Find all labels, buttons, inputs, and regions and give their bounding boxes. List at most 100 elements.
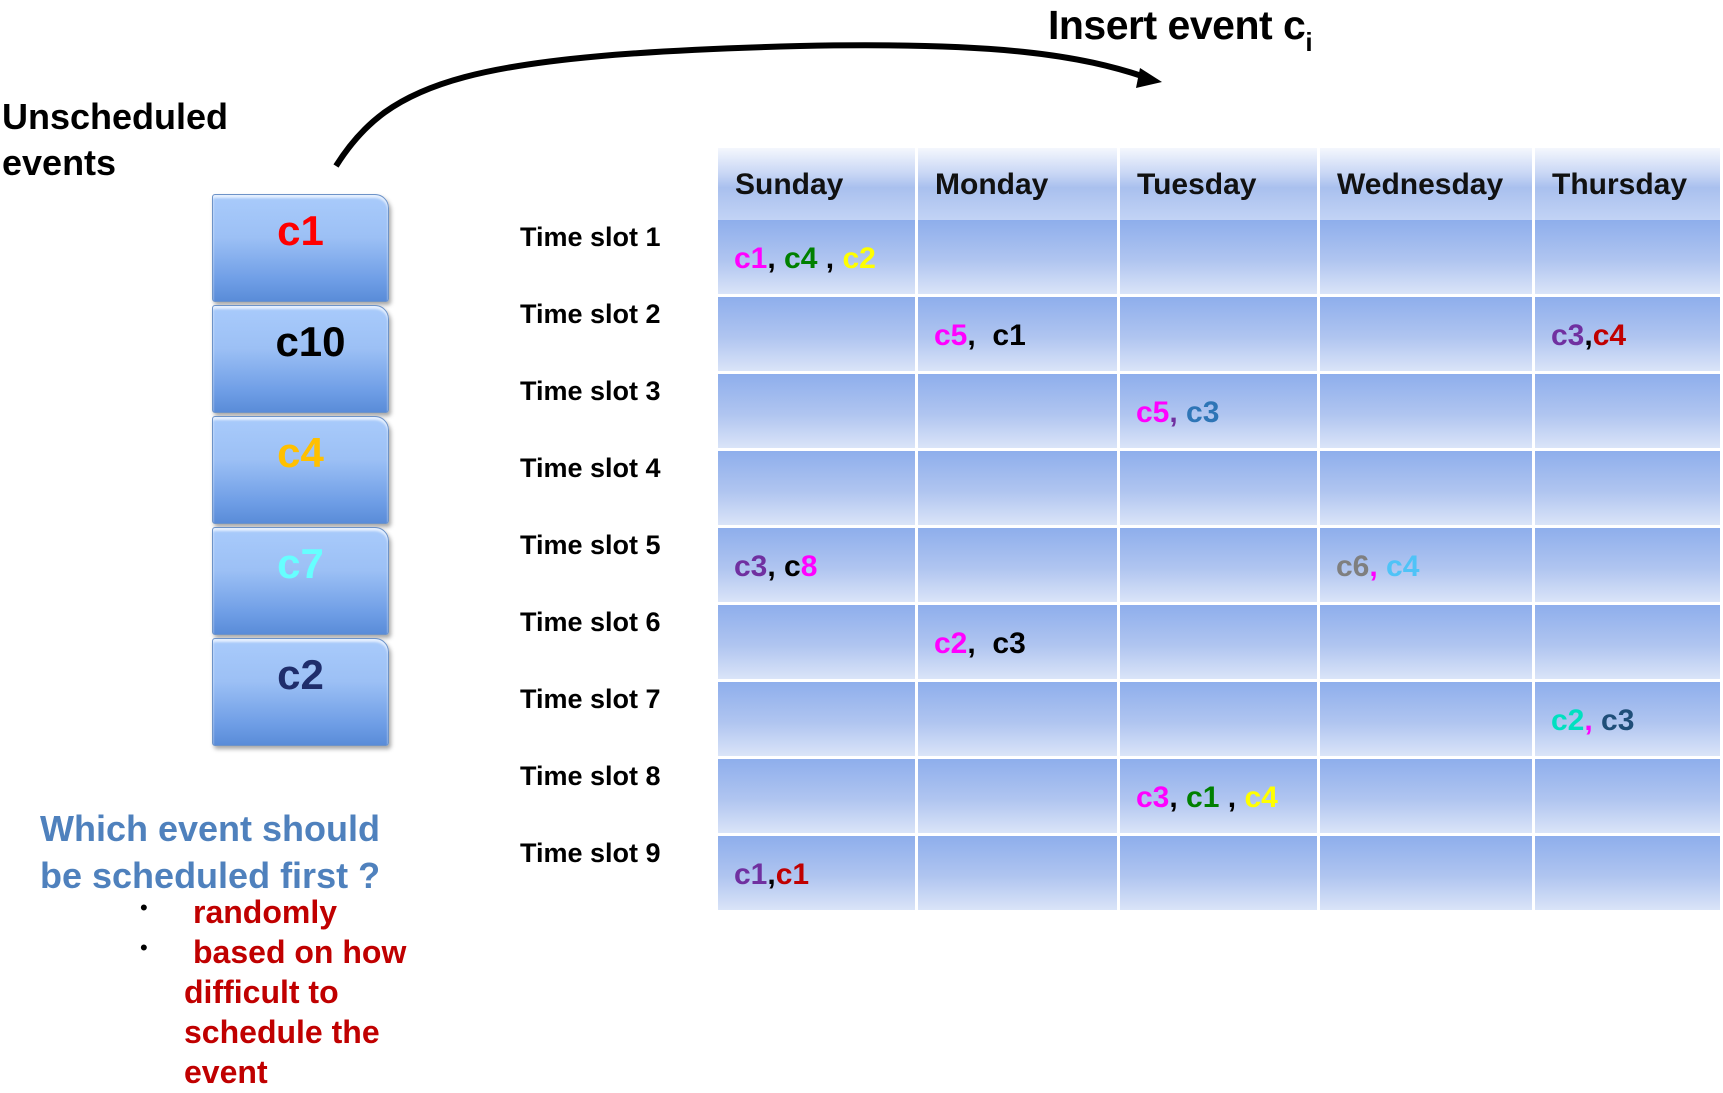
event-token: c4	[1592, 319, 1627, 352]
timetable-cell[interactable]	[1320, 759, 1535, 836]
timetable-cell[interactable]: c3, c1 , c4	[1120, 759, 1320, 836]
scheduled-events: c3, c1 , c4	[1136, 781, 1278, 815]
timetable-cell[interactable]	[1120, 605, 1320, 682]
timetable-cell[interactable]	[1320, 297, 1535, 374]
timetable-cell[interactable]: c1,c1	[718, 836, 918, 913]
timetable-cell[interactable]	[1535, 836, 1723, 913]
timetable-cell[interactable]: c2, c3	[918, 605, 1120, 682]
timetable-cell[interactable]	[1120, 682, 1320, 759]
timetable-cell[interactable]	[918, 759, 1120, 836]
timetable-cell[interactable]	[918, 374, 1120, 451]
day-header-sunday: Sunday	[718, 148, 918, 220]
timetable-cell[interactable]: c5, c1	[918, 297, 1120, 374]
timetable-cell[interactable]	[1120, 528, 1320, 605]
timetable-cell[interactable]	[1535, 528, 1723, 605]
event-token: , c1	[967, 319, 1026, 352]
scheduling-question: Which event should be scheduled first ?	[40, 805, 460, 899]
timetable-cell[interactable]	[1320, 682, 1535, 759]
timetable-cell[interactable]: c3,c4	[1535, 297, 1723, 374]
timetable-cell[interactable]	[1120, 220, 1320, 297]
option-difficulty-line-1: based on how	[193, 934, 407, 970]
timetable-cell[interactable]	[1535, 374, 1723, 451]
option-bullet-1: •	[140, 895, 148, 920]
event-token: c3	[1186, 396, 1220, 429]
scheduled-events: c6, c4	[1336, 550, 1419, 584]
timetable-cell[interactable]	[1320, 374, 1535, 451]
timetable-cell[interactable]: c2, c3	[1535, 682, 1723, 759]
unscheduled-event-c4[interactable]: c4	[212, 416, 389, 524]
timetable-cell[interactable]	[1320, 220, 1535, 297]
timetable-cell[interactable]	[1320, 836, 1535, 913]
timetable-cell[interactable]	[1535, 451, 1723, 528]
event-token: ,	[1369, 550, 1387, 583]
timetable-cell[interactable]	[718, 605, 918, 682]
time-slot-label: Time slot 3	[520, 376, 661, 406]
timetable-cell[interactable]	[918, 682, 1120, 759]
event-label: c10	[275, 318, 346, 365]
scheduled-events: c2, c3	[934, 627, 1026, 661]
time-slot-label: Time slot 4	[520, 453, 661, 483]
event-token: , c3	[967, 627, 1026, 660]
scheduled-events: c5, c1	[934, 319, 1026, 353]
unscheduled-event-c7[interactable]: c7	[212, 527, 389, 635]
event-token: c2	[842, 242, 876, 275]
event-token: c1	[734, 858, 768, 891]
time-slot-label: Time slot 5	[520, 530, 661, 560]
timetable-cell[interactable]: c3, c8	[718, 528, 918, 605]
unscheduled-event-c10[interactable]: c10	[212, 305, 389, 413]
timetable-cell[interactable]	[1320, 605, 1535, 682]
timetable-cell[interactable]	[1535, 605, 1723, 682]
timetable-cell[interactable]	[918, 451, 1120, 528]
timetable-cell[interactable]	[918, 220, 1120, 297]
timetable-cell[interactable]	[1120, 451, 1320, 528]
timetable-cell[interactable]	[1120, 297, 1320, 374]
timetable-cell[interactable]	[1120, 836, 1320, 913]
insert-event-title: Insert event ci	[1048, 2, 1313, 57]
unscheduled-event-c2[interactable]: c2	[212, 638, 389, 746]
event-token: , c	[767, 550, 801, 583]
timetable-cell[interactable]: c5, c3	[1120, 374, 1320, 451]
event-token: c5	[934, 319, 968, 352]
event-token: c4	[1244, 781, 1278, 814]
option-difficulty-line-2: difficult to	[184, 974, 339, 1010]
time-slot-label: Time slot 2	[520, 299, 661, 329]
timetable-cell[interactable]	[918, 528, 1120, 605]
unscheduled-event-c1[interactable]: c1	[212, 194, 389, 302]
event-token: ,	[767, 858, 776, 891]
timetable-cell[interactable]	[1535, 220, 1723, 297]
timetable-cell[interactable]: c6, c4	[1320, 528, 1535, 605]
scheduled-events: c3, c8	[734, 550, 817, 584]
event-token: c1	[734, 242, 768, 275]
timetable-cell[interactable]	[1535, 759, 1723, 836]
day-header-wednesday: Wednesday	[1320, 148, 1535, 220]
event-token: c2	[934, 627, 968, 660]
timetable-cell[interactable]	[718, 297, 918, 374]
time-slot-label: Time slot 1	[520, 222, 661, 252]
event-token: 8	[800, 550, 818, 583]
option-difficulty-line-3: schedule the	[184, 1014, 380, 1050]
timetable-cell[interactable]	[718, 374, 918, 451]
event-label: c7	[277, 540, 324, 587]
event-token: ,	[767, 242, 785, 275]
event-label: c1	[277, 207, 324, 254]
scheduled-events: c3,c4	[1551, 319, 1626, 353]
timetable-cell[interactable]	[918, 836, 1120, 913]
event-token: c3	[1601, 704, 1635, 737]
event-token: ,	[1584, 319, 1593, 352]
event-token: c4	[784, 242, 818, 275]
scheduled-events: c2, c3	[1551, 704, 1634, 738]
event-token: c3	[1136, 781, 1170, 814]
arrow-head	[1136, 68, 1162, 88]
timetable-cell[interactable]	[1320, 451, 1535, 528]
timetable-cell[interactable]	[718, 451, 918, 528]
timetable-cell[interactable]: c1, c4 , c2	[718, 220, 918, 297]
event-token: ,	[1219, 781, 1245, 814]
timetable-cell[interactable]	[718, 682, 918, 759]
question-line-1: Which event should	[40, 808, 381, 849]
event-label: c4	[277, 429, 324, 476]
day-header-monday: Monday	[918, 148, 1120, 220]
timetable-cell[interactable]	[718, 759, 918, 836]
scheduled-events: c5, c3	[1136, 396, 1219, 430]
event-token: ,	[817, 242, 843, 275]
unscheduled-events-label: Unscheduled events	[2, 96, 229, 183]
